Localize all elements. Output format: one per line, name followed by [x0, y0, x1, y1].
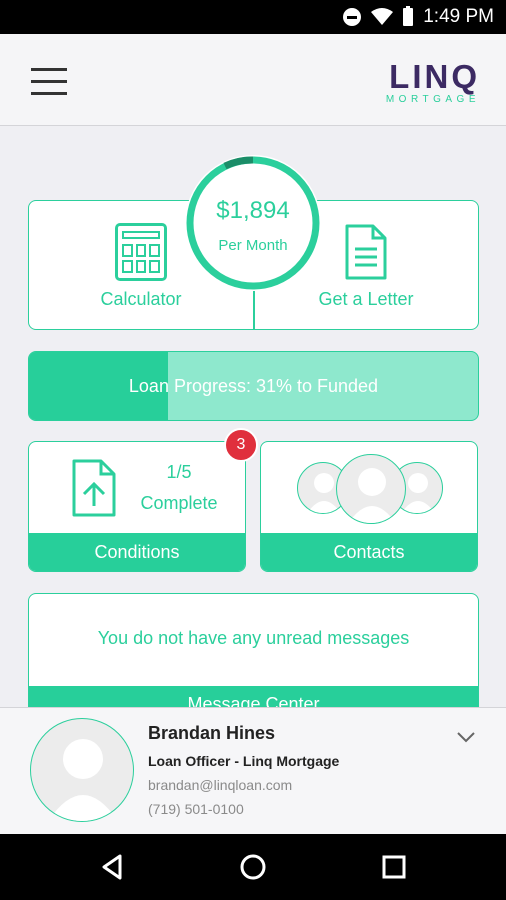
payment-period: Per Month [218, 237, 288, 254]
linq-logo: LINQ MORTGAGE [368, 58, 480, 114]
status-time: 1:49 PM [423, 6, 494, 27]
wifi-icon [371, 8, 394, 25]
officer-title: Loan Officer - Linq Mortgage [148, 753, 340, 769]
back-icon[interactable] [98, 852, 128, 882]
calculator-label: Calculator [100, 289, 182, 309]
chevron-down-icon[interactable] [456, 730, 476, 744]
logo-main-text: LINQ [389, 58, 480, 95]
upload-document-icon [72, 459, 116, 517]
conditions-label: Conditions [29, 533, 245, 571]
recents-icon[interactable] [379, 852, 409, 882]
home-icon[interactable] [238, 852, 268, 882]
battery-icon [403, 6, 414, 26]
do-not-disturb-icon [343, 8, 362, 26]
app-header: LINQ MORTGAGE [0, 34, 506, 126]
logo-sub-text: MORTGAGE [385, 94, 480, 105]
calculator-icon [115, 223, 167, 281]
conditions-card[interactable]: 1/5 Complete Conditions [28, 441, 246, 572]
contacts-card[interactable]: Contacts [260, 441, 478, 572]
message-center-card[interactable]: You do not have any unread messages Mess… [28, 593, 479, 723]
system-nav-bar [0, 834, 506, 900]
get-a-letter-label: Get a Letter [318, 289, 414, 309]
conditions-count: 1/5 [166, 462, 192, 482]
loan-officer-panel[interactable]: Brandan Hines Loan Officer - Linq Mortga… [0, 707, 506, 834]
contact-avatar-center [336, 454, 406, 524]
loan-progress-label: Loan Progress: 31% to Funded [128, 376, 379, 396]
unread-messages-text: You do not have any unread messages [97, 628, 410, 648]
officer-avatar [30, 718, 134, 822]
payment-amount: $1,894 [216, 197, 290, 224]
status-bar: 1:49 PM [0, 0, 506, 34]
officer-name: Brandan Hines [148, 723, 276, 743]
officer-phone[interactable]: (719) 501-0100 [148, 801, 244, 817]
officer-email[interactable]: brandan@linqloan.com [148, 777, 292, 793]
document-icon [345, 224, 387, 280]
conditions-badge: 3 [224, 428, 258, 462]
loan-progress-bar[interactable]: Loan Progress: 31% to Funded [28, 351, 479, 421]
contacts-label: Contacts [261, 533, 477, 571]
hamburger-menu-icon[interactable] [31, 68, 67, 96]
conditions-status: Complete [140, 493, 218, 513]
monthly-payment-circle[interactable]: $1,894 Per Month [185, 155, 321, 291]
status-icons: 1:49 PM [343, 5, 494, 29]
